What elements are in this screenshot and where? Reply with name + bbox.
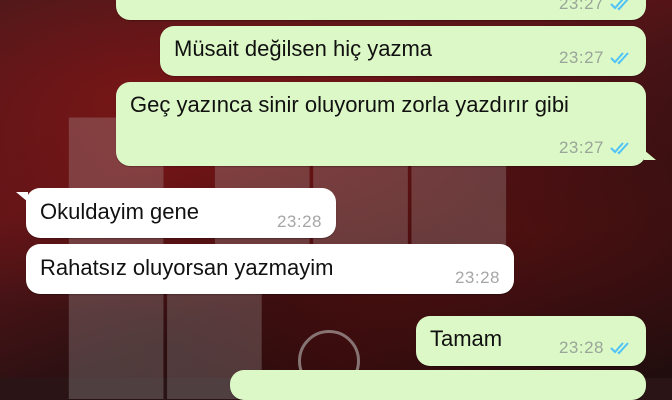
read-double-check-icon [610, 141, 632, 155]
message-time: 23:28 [558, 338, 604, 357]
message-bubble-incoming[interactable]: Okuldayim gene 23:28 [16, 188, 336, 238]
read-double-check-icon [610, 51, 632, 65]
message-meta: 23:28 [559, 338, 632, 358]
message-text: Geç yazınca sinir oluyorum zorla yazdırı… [130, 92, 569, 117]
message-meta: 23:27 [559, 48, 632, 68]
message-bubble-outgoing[interactable] [230, 370, 646, 400]
message-text: Rahatsız oluyorsan yazmayim [40, 255, 334, 280]
message-meta: 23:27 [559, 138, 632, 158]
message-text: Okuldayim gene [40, 199, 199, 224]
message-time: 23:28 [276, 212, 322, 231]
message-time: 23:27 [558, 48, 604, 67]
message-time: 23:27 [558, 0, 604, 13]
message-text: Tamam [430, 326, 503, 351]
message-meta: 23:27 [559, 0, 632, 14]
message-meta: 23:28 [277, 212, 322, 232]
read-double-check-icon [610, 341, 632, 355]
bubble-tail [644, 150, 656, 160]
message-bubble-outgoing[interactable]: Müsait değilsen hiç yazma 23:27 [160, 26, 646, 76]
message-bubble-outgoing[interactable]: Tamam 23:28 [416, 316, 646, 366]
bubble-tail [16, 192, 28, 202]
message-bubble-outgoing[interactable]: 23:27 [116, 0, 646, 20]
message-text: Müsait değilsen hiç yazma [174, 36, 433, 61]
message-meta: 23:28 [455, 268, 500, 288]
read-double-check-icon [610, 0, 632, 11]
message-bubble-outgoing[interactable]: Geç yazınca sinir oluyorum zorla yazdırı… [116, 82, 656, 166]
message-bubble-incoming[interactable]: Rahatsız oluyorsan yazmayim 23:28 [26, 244, 514, 294]
message-time: 23:27 [558, 138, 604, 157]
message-time: 23:28 [454, 268, 500, 287]
